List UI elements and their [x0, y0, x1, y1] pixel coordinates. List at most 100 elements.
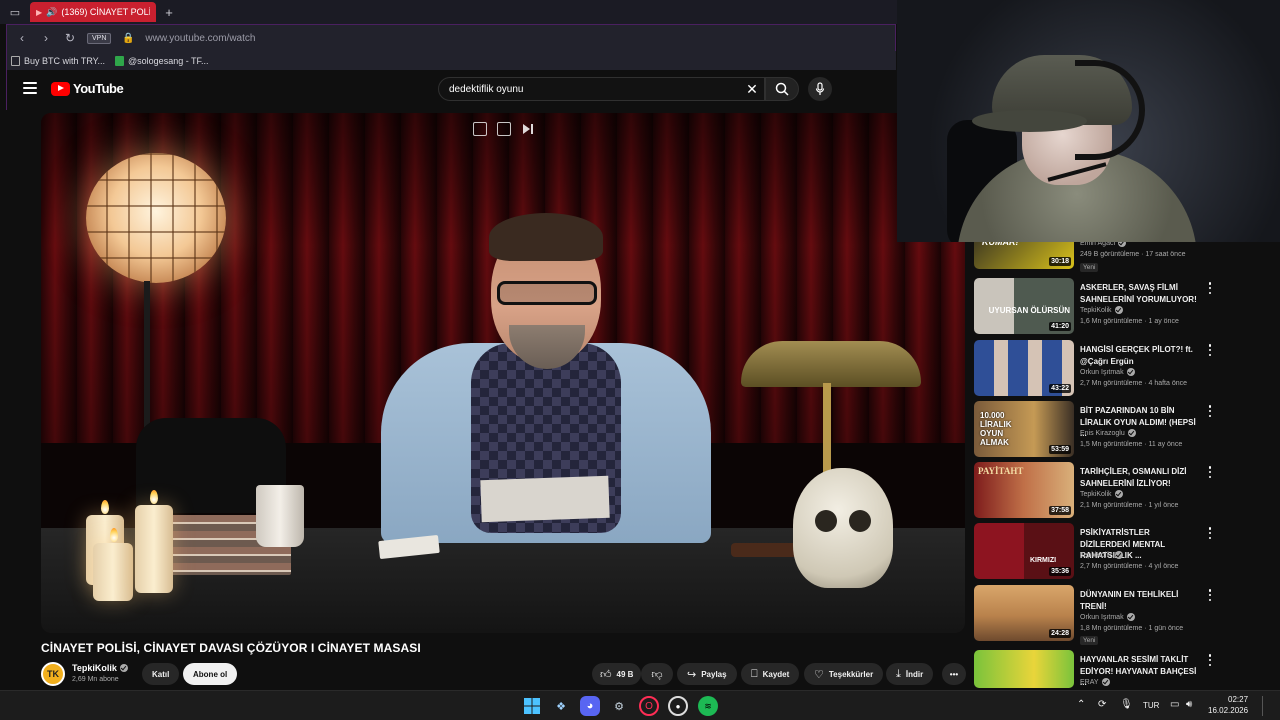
taskbar: ❖ ◕ ⚙ O ● ≋ ⌃ ⟳ 🎙︎ TUR ▭ 🔊︎ 02:27 16.02.…	[0, 690, 1280, 720]
channel-avatar[interactable]: TK	[41, 662, 65, 686]
dislike-button[interactable]: 👎︎	[641, 663, 673, 685]
rec-meta: 249 B görüntüleme · 17 saat önce	[1080, 251, 1186, 258]
video-thumbnail[interactable]	[974, 650, 1074, 688]
speaker-icon[interactable]: 🔊	[46, 7, 57, 18]
next-video-icon[interactable]	[521, 122, 535, 136]
verified-icon	[119, 664, 128, 672]
list-item[interactable]: PAYİTAHT 37:58 TARİHÇİLER, OSMANLI DİZİ …	[974, 462, 1228, 520]
forward-icon[interactable]: ›	[39, 31, 53, 45]
tab-menu-icon[interactable]: ▭	[0, 0, 30, 24]
video-thumbnail[interactable]: UYURSAN ÖLÜRSÜN 41:20	[974, 278, 1074, 334]
rec-meta: 1,6 Mn görüntüleme · 1 ay önce	[1080, 318, 1179, 325]
thumbnail-text: KIRMIZI	[1030, 557, 1057, 564]
more-vertical-icon[interactable]	[1206, 527, 1214, 539]
share-button[interactable]: ↪ Paylaş	[677, 663, 737, 685]
bookmark-label: @sologesang - TF...	[128, 55, 209, 66]
obs-icon[interactable]: ●	[668, 696, 688, 716]
video-frame-flame	[150, 490, 158, 504]
lock-icon[interactable]: 🔒	[121, 33, 135, 44]
more-vertical-icon[interactable]	[1206, 654, 1214, 666]
youtube-logo[interactable]: YouTube	[51, 81, 124, 96]
volume-icon[interactable]: 🔊︎	[1186, 699, 1192, 710]
rec-title[interactable]: DÜNYANIN EN TEHLİKELİ TRENİ!	[1080, 589, 1202, 612]
video-frame-mug	[256, 485, 304, 547]
clock-time[interactable]: 02:27	[1228, 695, 1248, 704]
browser-tab-active[interactable]: ▶ 🔊 (1369) CİNAYET POLİSİ	[30, 2, 156, 22]
microphone-tray-icon[interactable]: 🎙︎	[1120, 699, 1133, 710]
video-thumbnail[interactable]: PAYİTAHT 37:58	[974, 462, 1074, 518]
language-indicator[interactable]: TUR	[1143, 701, 1159, 710]
duration-badge: 30:18	[1049, 257, 1071, 266]
more-vertical-icon[interactable]	[1206, 405, 1214, 417]
rec-channel-name: TepkiKolik	[1080, 490, 1112, 498]
more-vertical-icon[interactable]	[1206, 344, 1214, 356]
more-vertical-icon[interactable]	[1206, 282, 1214, 294]
thanks-label: Teşekkürler	[828, 669, 874, 679]
url-field[interactable]: www.youtube.com/watch	[145, 33, 255, 44]
channel-name-text: TepkiKolik	[72, 663, 117, 673]
network-icon[interactable]: ▭	[1170, 699, 1179, 710]
search-input[interactable]: dedektiflik oyunu	[438, 77, 765, 101]
rec-channel-name: Orkun Işıtmak	[1080, 368, 1124, 376]
rec-channel: TepkiKolik	[1080, 490, 1123, 498]
bookmark-item[interactable]: Buy BTC with TRY...	[11, 55, 105, 66]
thanks-button[interactable]: ♡ Teşekkürler	[804, 663, 884, 685]
rec-channel: Orkun Işıtmak	[1080, 613, 1135, 621]
join-button[interactable]: Katıl	[142, 663, 180, 685]
clear-search-icon[interactable]: ✕	[741, 77, 763, 101]
download-button[interactable]: ⤓ İndir	[886, 663, 934, 685]
video-frame-lamp	[86, 153, 226, 283]
list-item[interactable]: KUMAR! 30:18 Emin Ağacı 249 B görüntülem…	[974, 223, 1228, 272]
spotify-icon[interactable]: ≋	[698, 696, 718, 716]
list-item[interactable]: HAYVANLAR SESİMİ TAKLİT EDİYOR! HAYVANAT…	[974, 650, 1228, 690]
more-actions-button[interactable]: •••	[942, 663, 966, 685]
show-desktop-button[interactable]	[1262, 696, 1272, 716]
list-item[interactable]: 43:22 HANGİSİ GERÇEK PİLOT?! ft. @Çağrı …	[974, 340, 1228, 398]
channel-name[interactable]: TepkiKolik	[72, 663, 128, 673]
discord-icon[interactable]: ◕	[580, 696, 600, 716]
more-vertical-icon[interactable]	[1206, 466, 1214, 478]
video-thumbnail[interactable]: KIRMIZI 35:36	[974, 523, 1074, 579]
verified-icon	[1126, 613, 1135, 621]
youtube-logo-text: YouTube	[73, 81, 124, 96]
video-frame-flame	[101, 500, 109, 514]
opera-gx-icon[interactable]: O	[639, 696, 659, 716]
list-item[interactable]: 10.000 LİRALIK OYUN ALMAK 53:59 BİT PAZA…	[974, 401, 1228, 459]
video-thumbnail[interactable]: 43:22	[974, 340, 1074, 396]
video-player[interactable]	[41, 113, 965, 633]
save-button[interactable]: ⎕ Kaydet	[741, 663, 800, 685]
bookmark-icon: ⎕	[751, 667, 758, 680]
list-item[interactable]: 24:28 DÜNYANIN EN TEHLİKELİ TRENİ! Orkun…	[974, 585, 1228, 645]
clock-date[interactable]: 16.02.2026	[1208, 706, 1248, 715]
reload-icon[interactable]: ↻	[63, 31, 77, 45]
video-thumbnail[interactable]: 10.000 LİRALIK OYUN ALMAK 53:59	[974, 401, 1074, 457]
steam-icon[interactable]: ⚙	[609, 696, 629, 716]
duration-badge: 37:58	[1049, 506, 1071, 515]
start-icon[interactable]	[522, 696, 542, 716]
vpn-badge[interactable]: VPN	[87, 32, 112, 44]
sync-icon[interactable]: ⟳	[1098, 699, 1106, 710]
more-vertical-icon[interactable]	[1206, 589, 1214, 601]
back-icon[interactable]: ‹	[15, 31, 29, 45]
subscribe-button[interactable]: Abone ol	[183, 663, 238, 685]
list-item[interactable]: UYURSAN ÖLÜRSÜN 41:20 ASKERLER, SAVAŞ Fİ…	[974, 278, 1228, 336]
pip-icon[interactable]	[497, 122, 511, 136]
bookmark-item[interactable]: @sologesang - TF...	[115, 55, 209, 66]
rec-channel: Enis Kirazoglu	[1080, 429, 1136, 437]
like-button[interactable]: 👍︎ 49 B	[592, 663, 642, 685]
list-item[interactable]: KIRMIZI 35:36 PSİKİYATRİSTLER DİZİLERDEK…	[974, 523, 1228, 581]
voice-search-button[interactable]	[808, 77, 832, 101]
search-button[interactable]	[765, 77, 799, 101]
miniplayer-icon[interactable]	[473, 122, 487, 136]
video-frame-glasses	[497, 281, 597, 305]
chevron-up-icon[interactable]: ⌃	[1077, 699, 1085, 710]
rec-title[interactable]: HANGİSİ GERÇEK PİLOT?! ft. @Çağrı Ergün	[1080, 344, 1202, 367]
new-tab-button[interactable]: +	[161, 4, 177, 20]
rec-title[interactable]: ASKERLER, SAVAŞ FİLMİ SAHNELERİNİ YORUML…	[1080, 282, 1202, 305]
duration-badge: 53:59	[1049, 445, 1071, 454]
video-thumbnail[interactable]: 24:28	[974, 585, 1074, 641]
video-frame-candle	[93, 543, 133, 601]
network-app-icon[interactable]: ❖	[551, 696, 571, 716]
rec-title[interactable]: TARİHÇİLER, OSMANLI DİZİ SAHNELERİNİ İZL…	[1080, 466, 1202, 489]
menu-icon[interactable]	[23, 82, 37, 94]
